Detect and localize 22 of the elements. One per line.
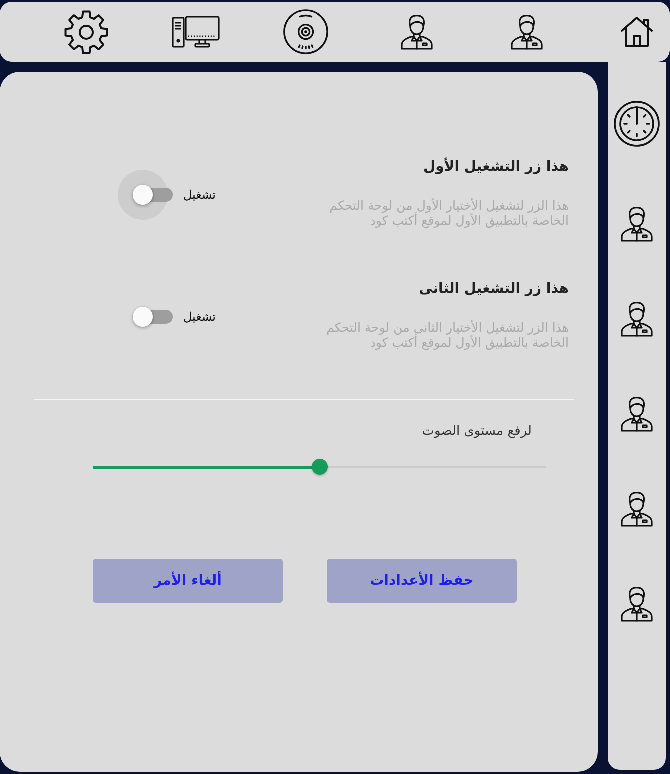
setting-title: هذا زر التشغيل الثانى [418, 280, 569, 299]
volume-label: لرفع مستوى الصوت [422, 423, 532, 441]
gear-icon[interactable] [64, 10, 109, 54]
person-icon[interactable] [620, 301, 654, 337]
switch-label: تشغيل [183, 308, 216, 324]
setting-title: هذا زر التشغيل الأول [422, 157, 569, 177]
cancel-button[interactable]: ألغاء الأمر [93, 559, 283, 603]
person-icon[interactable] [620, 491, 654, 527]
save-button[interactable]: حفظ الأعدادات [327, 559, 517, 603]
person-icon[interactable] [510, 14, 544, 50]
person-icon[interactable] [620, 396, 654, 432]
person-icon[interactable] [620, 586, 654, 622]
toggle-switch[interactable] [133, 306, 174, 326]
gauge-icon[interactable] [614, 101, 660, 147]
person-icon[interactable] [620, 206, 654, 242]
switch-label: تشغيل [183, 186, 216, 202]
person-icon[interactable] [400, 14, 434, 50]
computer-icon[interactable] [172, 15, 220, 49]
home-icon[interactable] [620, 16, 654, 48]
toggle-switch[interactable] [133, 184, 174, 204]
slider-thumb[interactable] [312, 459, 328, 475]
disc-icon[interactable] [283, 9, 330, 55]
